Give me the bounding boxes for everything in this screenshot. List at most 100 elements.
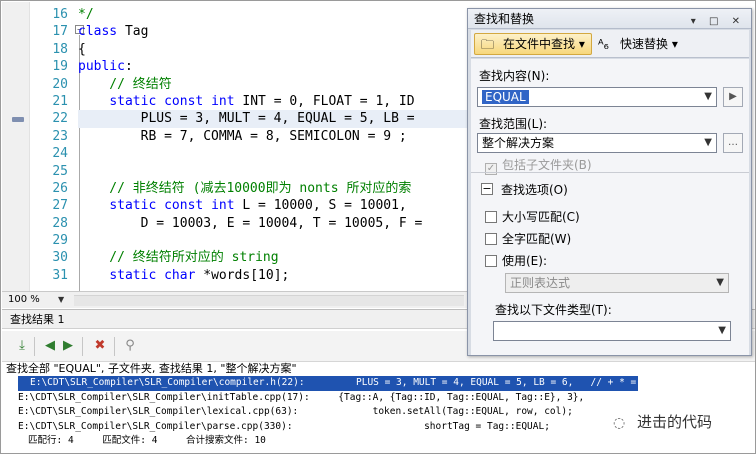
chevron-down-icon: ▾ (671, 37, 678, 51)
dialog-window-buttons[interactable]: ▾ □ ✕ (691, 12, 745, 32)
code-keyword: int (211, 198, 235, 214)
code-keyword: const (164, 198, 204, 214)
dialog-title: 查找和替换 (474, 12, 535, 26)
code-line[interactable]: static const int INT = 0, FLOAT = 1, ID (78, 93, 467, 110)
line-number: 20 (52, 76, 68, 92)
dialog-title-bar[interactable]: 查找和替换 ▾ □ ✕ (468, 9, 751, 29)
find-results-list[interactable]: 查找全部 "EQUAL", 子文件夹, 查找结果 1, "整个解决方案" E:\… (2, 362, 755, 453)
code-line[interactable] (78, 232, 467, 249)
match-case-checkbox[interactable]: 大小写匹配(C) (485, 209, 580, 225)
browse-folder-button[interactable]: … (723, 133, 743, 153)
find-next-result-icon[interactable]: ⤓ (14, 338, 30, 354)
wechat-icon: ◌ (613, 415, 626, 431)
result-row[interactable]: E:\CDT\SLR_Compiler\SLR_Compiler\initTab… (2, 391, 755, 405)
results-header: 查找全部 "EQUAL", 子文件夹, 查找结果 1, "整个解决方案" (6, 362, 297, 375)
clear-results-icon[interactable]: ✖ (92, 338, 108, 354)
code-line[interactable]: D = 10003, E = 10004, T = 10005, F = (78, 215, 467, 232)
code-line[interactable]: PLUS = 3, MULT = 4, EQUAL = 5, LB = (78, 110, 467, 128)
chevron-down-icon: ▼ (716, 277, 724, 288)
code-keyword: class (78, 24, 118, 40)
code-line[interactable]: */ (78, 6, 467, 23)
code-line[interactable]: public: (78, 58, 467, 75)
chevron-down-icon: ▾ (578, 37, 585, 51)
line-number: 28 (52, 215, 68, 231)
code-text[interactable]: */class Tag{public: // 终结符 static const … (78, 6, 467, 284)
code-comment: // 终结符所对应的 string (78, 250, 279, 266)
line-number: 19 (52, 59, 68, 75)
tab-quick-replace-label: 快速替换 (620, 37, 669, 51)
line-number-gutter: 16 17 18 19 20 21 22 23 24 25 26 27 28 29 30 31 (30, 6, 72, 284)
code-line[interactable]: // 终结符所对应的 string (78, 249, 467, 266)
dialog-body: 查找内容(N): EQUAL ▼ ▶ 查找范围(L): 整个解决方案 ▼ … ✓… (471, 59, 749, 355)
code-token: RB = 7, COMMA = 8, SEMICOLON = 9 ; (78, 128, 407, 144)
selection-margin[interactable] (2, 2, 30, 291)
results-summary: 匹配行: 4 匹配文件: 4 合计搜索文件: 10 (28, 434, 266, 446)
bookmark-marker (12, 117, 24, 122)
tab-quick-replace[interactable]: ᴬ₆ 快速替换 ▾ (591, 33, 685, 55)
code-keyword: int (211, 93, 235, 109)
code-token: *words[10]; (195, 267, 290, 283)
tab-find-in-files[interactable]: 🗀 在文件中查找 ▾ (474, 33, 592, 55)
code-line[interactable]: class Tag (78, 23, 467, 40)
line-number: 16 (52, 7, 68, 22)
use-label: 使用(E): (502, 254, 547, 268)
use-checkbox[interactable]: 使用(E): (485, 253, 547, 269)
horizontal-scrollbar[interactable] (74, 295, 464, 306)
find-what-value: EQUAL (482, 90, 529, 104)
line-number: 29 (52, 233, 68, 249)
tab-find-in-files-label: 在文件中查找 (503, 37, 576, 51)
line-number: 26 (52, 180, 68, 196)
code-token: { (78, 41, 86, 57)
zoom-dropdown-icon[interactable]: ▼ (58, 293, 64, 307)
watermark-text: 进击的代码 (637, 413, 713, 431)
chevron-down-icon[interactable]: ▼ (704, 134, 712, 152)
code-line[interactable]: // 非终结符 (减去10000即为 nonts 所对应的索 (78, 180, 467, 197)
code-line[interactable] (78, 163, 467, 180)
code-token: INT = 0, FLOAT = 1, ID (234, 93, 415, 109)
next-result-icon[interactable]: ▶ (60, 338, 76, 354)
check-icon: ✓ (485, 163, 497, 175)
find-what-input[interactable]: EQUAL ▼ (477, 87, 717, 107)
find-next-button[interactable]: ▶ (723, 87, 743, 107)
code-editor[interactable]: 16 17 18 19 20 21 22 23 24 25 26 27 28 29 30 31 − */cla… (2, 2, 467, 291)
chevron-down-icon[interactable]: ▼ (718, 322, 726, 340)
look-in-label: 查找范围(L): (479, 117, 548, 131)
code-token: : (124, 59, 133, 75)
code-comment: // 终结符 (78, 76, 172, 92)
code-keyword: char (164, 267, 196, 283)
code-keyword: const (164, 93, 204, 109)
stop-search-icon[interactable]: ⚲ (122, 338, 138, 354)
regex-type-select[interactable]: 正则表达式 ▼ (505, 273, 729, 293)
code-comment: */ (78, 7, 94, 22)
line-number: 21 (52, 93, 68, 109)
collapse-options-icon[interactable]: − (481, 183, 493, 195)
code-line[interactable]: static const int L = 10000, S = 10001, (78, 197, 467, 214)
code-line[interactable] (78, 145, 467, 162)
line-number: 31 (52, 267, 68, 283)
code-line[interactable]: // 终结符 (78, 76, 467, 93)
result-row[interactable]: E:\CDT\SLR_Compiler\SLR_Compiler\compile… (18, 376, 638, 391)
code-line[interactable]: static char *words[10]; (78, 267, 467, 284)
find-replace-dialog: 查找和替换 ▾ □ ✕ 🗀 在文件中查找 ▾ ᴬ₆ 快速替换 ▾ 查找内容(N)… (467, 8, 752, 356)
look-in-value: 整个解决方案 (482, 136, 555, 150)
chevron-down-icon[interactable]: ▼ (704, 88, 712, 106)
find-options-label: 查找选项(O) (501, 183, 568, 197)
quick-replace-icon: ᴬ₆ (598, 38, 609, 53)
whole-word-checkbox[interactable]: 全字匹配(W) (485, 231, 571, 247)
code-keyword: static (109, 93, 157, 109)
code-token: D = 10003, E = 10004, T = 10005, F = (78, 215, 423, 231)
code-line[interactable]: RB = 7, COMMA = 8, SEMICOLON = 9 ; (78, 128, 467, 145)
file-types-input[interactable]: ▼ (493, 321, 731, 341)
code-token: L = 10000, S = 10001, (234, 198, 415, 214)
look-in-select[interactable]: 整个解决方案 ▼ (477, 133, 717, 153)
code-token: Tag (117, 24, 149, 40)
code-line[interactable]: { (78, 41, 467, 58)
line-number: 25 (52, 163, 68, 179)
line-number: 23 (52, 128, 68, 144)
line-number: 17 (52, 24, 68, 40)
prev-result-icon[interactable]: ◀ (42, 338, 58, 354)
